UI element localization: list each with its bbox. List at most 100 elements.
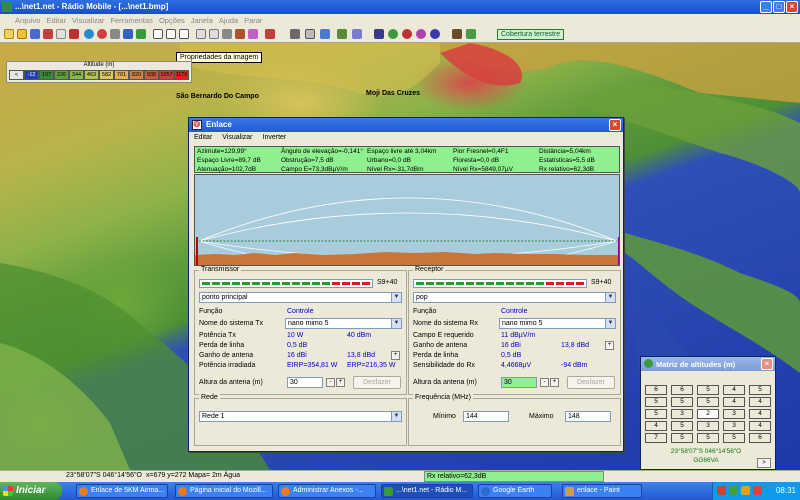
start-button[interactable]: Iniciar [0, 482, 62, 500]
tx-height-increment-button[interactable]: + [336, 378, 345, 387]
chevron-down-icon[interactable]: ▼ [605, 319, 615, 328]
menu-editar[interactable]: Editar [43, 16, 69, 25]
earth-icon[interactable] [466, 29, 476, 39]
globe-icon[interactable] [84, 29, 94, 39]
radar-blue-icon[interactable] [430, 29, 440, 39]
tx-height-label: Altura da antena (m) [199, 379, 263, 386]
tray-network-icon[interactable] [729, 486, 738, 495]
arrow-up-icon[interactable] [136, 29, 146, 39]
arrow-left-icon[interactable] [123, 29, 133, 39]
new-network-icon[interactable] [4, 29, 14, 39]
matrix-title: Matriz de altitudes (m) [656, 360, 736, 369]
link-profile-graph[interactable] [194, 174, 620, 266]
radar-red-icon[interactable] [402, 29, 412, 39]
matrix-close-button[interactable]: × [761, 358, 773, 370]
radar-purple-icon[interactable] [416, 29, 426, 39]
zoom-in-icon[interactable] [196, 29, 206, 39]
altitude-cell: 5 [697, 385, 719, 395]
rede-select[interactable]: Rede 1 ▼ [199, 411, 402, 422]
rx-undo-button[interactable]: Desfazer [567, 376, 615, 389]
taskbar-item-firefox-anexos[interactable]: Administrar Anexos -... [278, 484, 376, 498]
settings-icon[interactable] [110, 29, 120, 39]
stop-icon[interactable] [97, 29, 107, 39]
enlace-close-button[interactable]: × [609, 119, 621, 131]
rx-row-label: Campo E requerido [413, 332, 474, 339]
rx-height-decrement-button[interactable]: - [540, 378, 549, 387]
frame-icon[interactable] [179, 29, 189, 39]
freq-max-input[interactable]: 148 [565, 411, 611, 422]
properties-icon[interactable] [43, 29, 53, 39]
chevron-down-icon[interactable]: ▼ [391, 412, 401, 421]
matrix-title-bar[interactable]: Matriz de altitudes (m) × [641, 357, 775, 371]
menu-arquivo[interactable]: Arquivo [12, 16, 43, 25]
menu-ferramentas[interactable]: Ferramentas [107, 16, 156, 25]
minimize-button[interactable]: _ [760, 1, 772, 13]
menu-janela[interactable]: Janela [188, 16, 216, 25]
enlace-menu-visualizar[interactable]: Visualizar [217, 134, 257, 144]
text-icon[interactable] [235, 29, 245, 39]
taskbar-item-paint[interactable]: enlace - Paint [562, 484, 642, 498]
keyboard-icon[interactable] [290, 29, 300, 39]
chevron-down-icon[interactable]: ▼ [391, 293, 401, 302]
matrix-next-button[interactable]: > [757, 458, 771, 468]
tx-row-value1: 16 dBi [287, 352, 307, 359]
freq-min-input[interactable]: 144 [463, 411, 509, 422]
receptor-panel: Receptor S9+40 pop ▼ Função Controle Nom… [408, 266, 621, 395]
spread-icon[interactable] [352, 29, 362, 39]
rx-row-label: Sensibilidade do Rx [413, 362, 475, 369]
copy-icon[interactable] [166, 29, 176, 39]
rx-height-increment-button[interactable]: + [550, 378, 559, 387]
antenna-icon[interactable] [69, 29, 79, 39]
menu-opcoes[interactable]: Opções [156, 16, 188, 25]
menu-visualizar[interactable]: Visualizar [69, 16, 107, 25]
tx-height-decrement-button[interactable]: - [326, 378, 335, 387]
rx-system-select[interactable]: nano mimo 5 ▼ [499, 318, 616, 329]
rx-height-input[interactable]: 30 [501, 377, 537, 388]
taskbar-item-radio-mobile[interactable]: ...\net1.net - Rádio M... [381, 484, 473, 498]
tx-undo-button[interactable]: Desfazer [353, 376, 401, 389]
rx-row-value1: 11 dBµV/m [501, 332, 536, 339]
link-icon[interactable] [374, 29, 384, 39]
altitude-legend[interactable]: Altitude (m) < -12 107 226 344 463 582 701 820 93… [6, 61, 192, 83]
color-icon[interactable] [248, 29, 258, 39]
enlace-title-bar[interactable]: ♈ Enlace × [189, 118, 623, 132]
taskbar-item-firefox-home[interactable]: Página inicial do Mozill... [175, 484, 273, 498]
pointer-icon[interactable] [320, 29, 330, 39]
close-button[interactable]: × [786, 1, 798, 13]
enlace-menu-inverter[interactable]: Inverter [258, 134, 292, 144]
tray-volume-icon[interactable] [741, 486, 750, 495]
tx-station-select[interactable]: ponto principal ▼ [199, 292, 402, 303]
title-bar[interactable]: ...\net1.net - Rádio Mobile - [...\net1.… [0, 0, 800, 14]
rx-gain-add-button[interactable]: + [605, 341, 614, 350]
grid-icon[interactable] [222, 29, 232, 39]
page-icon[interactable] [153, 29, 163, 39]
radio-mobile-app-icon[interactable] [2, 2, 12, 12]
menu-ajuda[interactable]: Ajuda [216, 16, 241, 25]
zoom-out-icon[interactable] [209, 29, 219, 39]
enlace-menu-editar[interactable]: Editar [189, 134, 217, 144]
map-icon[interactable] [56, 29, 66, 39]
taskbar-item-google-earth[interactable]: Google Earth [478, 484, 552, 498]
tx-height-input[interactable]: 30 [287, 377, 323, 388]
dots-icon[interactable] [337, 29, 347, 39]
crosshair-icon[interactable] [305, 29, 315, 39]
chevron-down-icon[interactable]: ▼ [391, 319, 401, 328]
radar-green-icon[interactable] [388, 29, 398, 39]
rx-station-select[interactable]: pop ▼ [413, 292, 616, 303]
maximize-button[interactable]: □ [773, 1, 785, 13]
tx-system-select[interactable]: nano mimo 5 ▼ [285, 318, 402, 329]
chevron-down-icon[interactable]: ▼ [605, 293, 615, 302]
tray-alert-icon[interactable] [753, 486, 762, 495]
coverage-status[interactable]: Cobertura terrestre [497, 29, 565, 40]
taskbar-item-firefox-enlace[interactable]: Enlace de 5KM Airma... [76, 484, 168, 498]
pushpin-icon[interactable] [265, 29, 275, 39]
menu-parar[interactable]: Parar [241, 16, 265, 25]
save-icon[interactable] [30, 29, 40, 39]
open-folder-icon[interactable] [17, 29, 27, 39]
legend-cell: 1176 [174, 70, 189, 80]
tray-antivirus-icon[interactable] [717, 486, 726, 495]
book-icon[interactable] [452, 29, 462, 39]
clock: 08:31 [775, 486, 796, 495]
tx-gain-add-button[interactable]: + [391, 351, 400, 360]
altitude-cell: 5 [671, 433, 693, 443]
